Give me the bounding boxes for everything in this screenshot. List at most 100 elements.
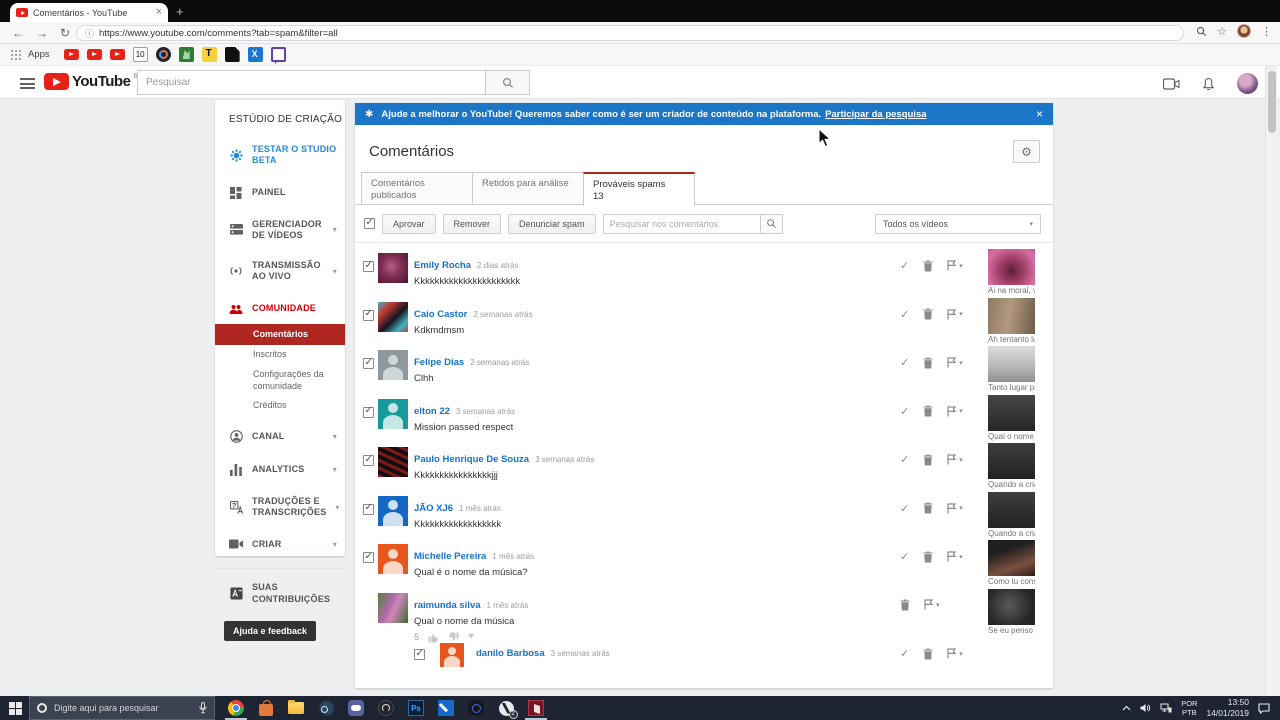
video-thumbnail-item[interactable]: Quando a crian... (988, 443, 1038, 492)
flag-menu[interactable]: ▾ (924, 599, 940, 610)
comment-checkbox[interactable] (363, 310, 374, 321)
bookmark-youtube-icon[interactable] (87, 49, 102, 60)
page-info-icon[interactable]: ⓘ (85, 27, 94, 40)
comment-checkbox[interactable] (363, 504, 374, 515)
upload-video-icon[interactable] (1163, 78, 1180, 90)
taskbar-xbox-icon[interactable]: 2 (491, 696, 521, 720)
apps-grid-icon[interactable] (10, 49, 21, 60)
video-thumbnail-item[interactable]: Ah tentanto lug... (988, 298, 1038, 347)
comment-checkbox[interactable] (363, 261, 374, 272)
sidebar-item-contribuicoes[interactable]: SUAS CONTRIBUIÇÕES (215, 582, 345, 605)
sidebar-item-painel[interactable]: PAINEL (215, 186, 345, 200)
delete-trash-icon[interactable] (923, 260, 933, 272)
microphone-icon[interactable] (199, 702, 207, 714)
taskbar-store-icon[interactable] (251, 696, 281, 720)
select-all-checkbox[interactable] (364, 218, 375, 229)
commenter-avatar[interactable] (440, 643, 464, 667)
bookmark-green-icon[interactable] (179, 47, 194, 62)
commenter-avatar[interactable] (378, 544, 408, 574)
bookmark-blue-x-icon[interactable] (248, 47, 263, 62)
sidebar-item-creditos[interactable]: Créditos (215, 396, 345, 416)
banner-close-icon[interactable]: × (1036, 107, 1043, 121)
video-thumbnail-item[interactable]: Tanto lugar pra ... (988, 346, 1038, 395)
video-thumbnail-image[interactable] (988, 346, 1035, 382)
commenter-avatar[interactable] (378, 253, 408, 283)
taskbar-discord-icon[interactable] (341, 696, 371, 720)
browser-tab[interactable]: Comentários - YouTube × (10, 3, 168, 22)
approve-check-icon[interactable]: ✓ (900, 647, 909, 660)
flag-menu[interactable]: ▾ (947, 406, 963, 417)
back-icon[interactable]: ← (12, 26, 24, 40)
sidebar-item-studio-beta[interactable]: TESTAR O STUDIO BETA (215, 144, 345, 167)
video-thumbnail-item[interactable]: Ai na moral, vo... (988, 249, 1038, 298)
flag-menu[interactable]: ▾ (947, 503, 963, 514)
flag-menu[interactable]: ▾ (947, 357, 963, 368)
youtube-search-button[interactable] (485, 70, 530, 95)
youtube-logo[interactable]: YouTube BR (44, 73, 142, 90)
delete-trash-icon[interactable] (923, 502, 933, 514)
sidebar-item-inscritos[interactable]: Inscritos (215, 345, 345, 365)
commenter-name[interactable]: Michelle Pereira (414, 551, 486, 562)
browser-profile-avatar[interactable] (1237, 24, 1251, 38)
commenter-name[interactable]: Emily Rocha (414, 260, 471, 271)
video-thumbnail-image[interactable] (988, 492, 1035, 528)
video-thumbnail-image[interactable] (988, 298, 1035, 334)
video-thumbnail-item[interactable]: Como tu conse... (988, 540, 1038, 589)
bookmark-opera-icon[interactable] (156, 47, 171, 62)
video-filter-dropdown[interactable]: Todos os vídeos ▾ (875, 214, 1041, 234)
taskbar-photoshop-icon[interactable]: Ps (401, 696, 431, 720)
sidebar-item-analytics[interactable]: ANALYTICS ▾ (215, 463, 345, 477)
notifications-bell-icon[interactable] (1202, 77, 1215, 91)
commenter-name[interactable]: elton 22 (414, 406, 450, 417)
comment-checkbox[interactable] (414, 649, 425, 660)
flag-menu[interactable]: ▾ (947, 648, 963, 659)
approve-check-icon[interactable]: ✓ (900, 356, 909, 369)
delete-trash-icon[interactable] (923, 454, 933, 466)
comment-checkbox[interactable] (363, 552, 374, 563)
sidebar-item-configuracoes[interactable]: Configurações da comunidade (215, 365, 345, 396)
taskbar-clock[interactable]: 13:5014/01/2019 (1206, 697, 1249, 718)
commenter-name[interactable]: Felipe Dias (414, 357, 464, 368)
video-thumbnail-item[interactable]: Quando a crian... (988, 492, 1038, 541)
delete-trash-icon[interactable] (923, 648, 933, 660)
delete-trash-icon[interactable] (923, 551, 933, 563)
comment-checkbox[interactable] (363, 455, 374, 466)
delete-trash-icon[interactable] (923, 405, 933, 417)
taskbar-red-app-icon[interactable] (521, 696, 551, 720)
scrollbar-thumb[interactable] (1268, 71, 1276, 133)
apps-label[interactable]: Apps (28, 49, 50, 60)
commenter-name[interactable]: raimunda silva (414, 600, 481, 611)
bookmark-document-icon[interactable] (225, 47, 240, 62)
tray-chevron-icon[interactable] (1122, 705, 1131, 711)
delete-trash-icon[interactable] (923, 308, 933, 320)
sidebar-item-comentarios[interactable]: Comentários (215, 324, 345, 346)
commenter-name[interactable]: Paulo Henrique De Souza (414, 454, 529, 465)
approve-check-icon[interactable]: ✓ (900, 550, 909, 563)
delete-trash-icon[interactable] (923, 357, 933, 369)
video-thumbnail-item[interactable]: Se eu penso e... (988, 589, 1038, 638)
commenter-avatar[interactable] (378, 593, 408, 623)
address-bar[interactable]: ⓘ https://www.youtube.com/comments?tab=s… (76, 25, 1184, 41)
video-thumbnail-image[interactable] (988, 540, 1035, 576)
bookmark-star-icon[interactable]: ☆ (1217, 25, 1227, 38)
taskbar-chrome-icon[interactable] (221, 696, 251, 720)
settings-gear-button[interactable]: ⚙ (1013, 140, 1040, 163)
video-thumbnail-image[interactable] (988, 589, 1035, 625)
approve-check-icon[interactable]: ✓ (900, 453, 909, 466)
commenter-avatar[interactable] (378, 496, 408, 526)
bookmark-twitch-icon[interactable] (271, 47, 286, 62)
page-scrollbar[interactable] (1265, 66, 1277, 696)
volume-icon[interactable] (1140, 703, 1151, 713)
hamburger-menu-icon[interactable] (20, 78, 35, 89)
start-button[interactable] (9, 702, 22, 715)
reload-icon[interactable]: ↻ (60, 26, 70, 40)
approve-button[interactable]: Aprovar (382, 214, 436, 234)
bookmark-youtube-icon[interactable] (110, 49, 125, 60)
language-indicator[interactable]: PORPTB (1181, 699, 1197, 717)
tab-comentarios-publicados[interactable]: Comentários publicados (361, 172, 473, 204)
commenter-avatar[interactable] (378, 302, 408, 332)
commenter-avatar[interactable] (378, 447, 408, 477)
tab-retidos-para-analise[interactable]: Retidos para análise (472, 172, 584, 204)
action-center-icon[interactable] (1258, 703, 1270, 714)
commenter-avatar[interactable] (378, 350, 408, 380)
